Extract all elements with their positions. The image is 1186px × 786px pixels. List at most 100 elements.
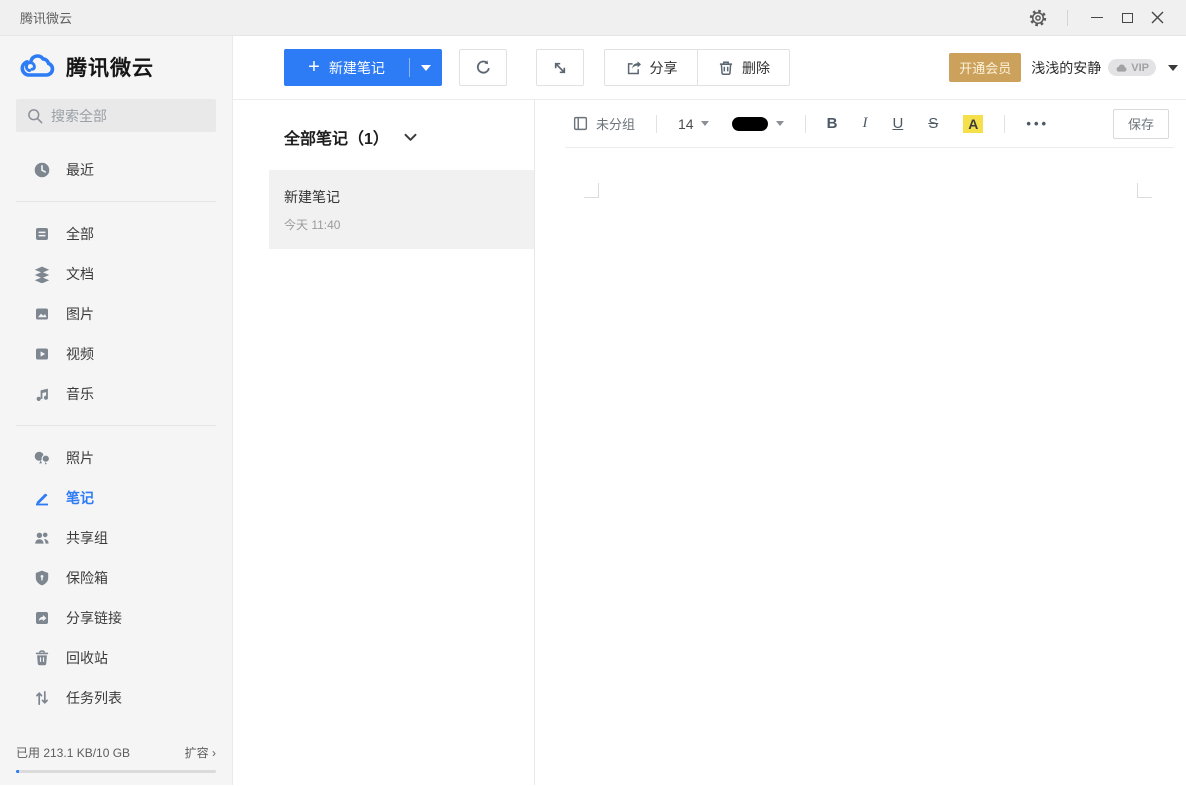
editor-toolbar: 未分组 14 B I U (565, 100, 1174, 148)
new-note-label: 新建笔记 (329, 58, 385, 78)
titlebar: 腾讯微云 (0, 0, 1186, 36)
bold-button[interactable]: B (827, 115, 838, 132)
note-content-area[interactable] (535, 148, 1186, 785)
sidebar-item-label: 笔记 (66, 488, 94, 508)
sidebar-item-label: 任务列表 (66, 688, 122, 708)
font-color-swatch (732, 117, 768, 131)
sidebar-item-music[interactable]: 音乐 (0, 374, 232, 414)
sidebar-item-shared-group[interactable]: 共享组 (0, 518, 232, 558)
font-size-value: 14 (678, 116, 694, 132)
layers-icon (33, 265, 51, 283)
sidebar-item-pictures[interactable]: 图片 (0, 294, 232, 334)
sidebar-menu: 最近 全部 文档 (0, 132, 232, 718)
sidebar-item-label: 视频 (66, 344, 94, 364)
sidebar-item-label: 最近 (66, 160, 94, 180)
expand-button[interactable] (536, 49, 584, 86)
minimize-icon (1091, 17, 1103, 18)
chevron-down-icon (404, 133, 417, 142)
format-buttons: B I U S A (827, 115, 984, 133)
share-delete-button-group: 分享 删除 (604, 49, 790, 86)
username: 浅浅的安静 (1031, 58, 1101, 78)
sidebar-item-recent[interactable]: 最近 (0, 150, 232, 190)
user-menu-caret[interactable] (1168, 65, 1178, 71)
note-title: 新建笔记 (284, 187, 522, 207)
new-note-button[interactable]: + 新建笔记 (284, 49, 409, 86)
strikethrough-button[interactable]: S (928, 115, 938, 132)
sidebar-item-recycle-bin[interactable]: 回收站 (0, 638, 232, 678)
search-box[interactable] (16, 99, 216, 132)
sidebar-item-label: 分享链接 (66, 608, 122, 628)
more-options-button[interactable]: ••• (1026, 116, 1049, 131)
save-button[interactable]: 保存 (1113, 109, 1169, 139)
text-boundary-corner-right (1137, 183, 1152, 198)
chevron-down-icon (776, 121, 784, 126)
titlebar-divider (1067, 10, 1068, 26)
minimize-button[interactable] (1082, 5, 1112, 31)
search-input[interactable] (51, 108, 205, 124)
share-button[interactable]: 分享 (605, 50, 697, 85)
chevron-down-icon (701, 121, 709, 126)
open-membership-button[interactable]: 开通会员 (949, 53, 1021, 82)
sidebar-item-documents[interactable]: 文档 (0, 254, 232, 294)
content-area: 全部笔记（1） 新建笔记 今天 11:40 (233, 100, 1186, 785)
pencil-icon (33, 489, 51, 507)
sidebar-divider (16, 425, 216, 426)
storage-progress-fill (16, 770, 19, 773)
font-color-selector[interactable] (732, 117, 784, 131)
app-logo-text: 腾讯微云 (66, 52, 154, 82)
note-group-selector[interactable]: 未分组 (565, 114, 635, 133)
refresh-button[interactable] (459, 49, 507, 86)
close-button[interactable] (1142, 5, 1172, 31)
sidebar-item-notes[interactable]: 笔记 (0, 478, 232, 518)
storage-expand-link[interactable]: 扩容 › (185, 744, 216, 761)
chevron-down-icon (421, 65, 431, 71)
notes-list-header: 全部笔记（1） (233, 100, 534, 149)
italic-button[interactable]: I (862, 115, 867, 132)
highlight-button[interactable]: A (963, 115, 983, 133)
vip-cloud-icon (1115, 63, 1128, 73)
sidebar-item-photos[interactable]: 照片 (0, 438, 232, 478)
new-note-split-button[interactable]: + 新建笔记 (284, 49, 442, 86)
sidebar-item-videos[interactable]: 视频 (0, 334, 232, 374)
note-timestamp: 今天 11:40 (284, 216, 522, 233)
sidebar-item-label: 音乐 (66, 384, 94, 404)
note-group-label: 未分组 (596, 114, 635, 133)
weiyun-cloud-logo-icon (16, 51, 58, 82)
sidebar-item-label: 照片 (66, 448, 94, 468)
vip-badge: VIP (1108, 59, 1156, 76)
toolbar-divider (805, 115, 806, 133)
trash-icon (33, 649, 51, 667)
sidebar-item-label: 图片 (66, 304, 94, 324)
delete-label: 删除 (742, 58, 770, 78)
notes-list-panel: 全部笔记（1） 新建笔记 今天 11:40 (233, 100, 535, 785)
notes-filter-dropdown[interactable] (404, 133, 417, 142)
app-logo: 腾讯微云 (0, 36, 232, 82)
users-icon (33, 529, 51, 547)
text-boundary-corner-left (584, 183, 599, 198)
note-list-item[interactable]: 新建笔记 今天 11:40 (269, 170, 534, 249)
font-size-selector[interactable]: 14 (678, 116, 709, 132)
sidebar-item-all[interactable]: 全部 (0, 214, 232, 254)
sidebar-item-label: 全部 (66, 224, 94, 244)
delete-button[interactable]: 删除 (697, 50, 789, 85)
settings-gear-icon[interactable] (1029, 9, 1047, 27)
sidebar-item-share-links[interactable]: 分享链接 (0, 598, 232, 638)
underline-button[interactable]: U (892, 115, 903, 132)
clock-icon (33, 161, 51, 179)
close-icon (1151, 11, 1164, 24)
storage-progress-bar (16, 770, 216, 773)
sidebar-item-label: 文档 (66, 264, 94, 284)
sidebar-item-task-list[interactable]: 任务列表 (0, 678, 232, 718)
vip-label: VIP (1131, 62, 1149, 74)
music-note-icon (33, 385, 51, 403)
share-label: 分享 (650, 58, 678, 78)
maximize-button[interactable] (1112, 5, 1142, 31)
share-link-icon (33, 609, 51, 627)
maximize-icon (1122, 13, 1133, 23)
window-controls (1029, 5, 1172, 31)
trash-icon (717, 59, 735, 77)
new-note-dropdown-button[interactable] (410, 49, 442, 86)
sidebar-item-label: 保险箱 (66, 568, 108, 588)
sidebar-item-safe-box[interactable]: 保险箱 (0, 558, 232, 598)
notebook-group-icon (572, 115, 589, 132)
